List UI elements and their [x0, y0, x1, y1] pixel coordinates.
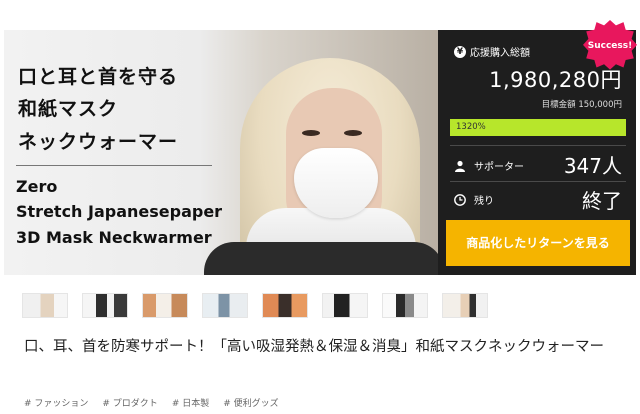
goal-amount: 目標金額 150,000円 [541, 100, 622, 110]
hero-figure-eye [344, 130, 362, 136]
progress-percent: 1320% [456, 122, 486, 132]
thumbnail[interactable] [322, 293, 368, 318]
tag-link[interactable]: # ファッション [24, 396, 88, 409]
tag-link[interactable]: # 便利グッズ [223, 396, 278, 409]
thumbnail[interactable] [382, 293, 428, 318]
yen-icon: ¥ [454, 45, 466, 58]
remaining-label-row: 残り [454, 192, 494, 207]
hero-image[interactable]: 口と耳と首を守る 和紙マスク ネックウォーマー Zero Stretch Jap… [4, 30, 438, 275]
top-bar [0, 0, 640, 18]
tag-link[interactable]: # 日本製 [172, 396, 209, 409]
divider [450, 181, 626, 182]
raised-label: 応援購入総額 [470, 48, 530, 59]
supporters-value: 347人 [563, 154, 622, 178]
thumbnail[interactable] [142, 293, 188, 318]
person-icon [455, 160, 465, 172]
hero-divider [16, 165, 212, 166]
raised-amount: 1,980,280円 [489, 68, 622, 92]
thumbnail[interactable] [22, 293, 68, 318]
thumbnail[interactable] [442, 293, 488, 318]
thumbnail[interactable] [262, 293, 308, 318]
progress-bar: 1320% [450, 119, 626, 136]
tag-list: # ファッション # プロダクト # 日本製 # 便利グッズ [24, 396, 279, 409]
clock-icon [454, 193, 466, 206]
thumbnail-strip [22, 293, 488, 318]
hero-title-line: 口と耳と首を守る [18, 66, 179, 88]
remaining-label: 残り [474, 196, 494, 207]
hero-en-line: Stretch Japanesepaper [16, 202, 223, 221]
thumbnail[interactable] [82, 293, 128, 318]
remaining-value: 終了 [582, 189, 622, 213]
supporters-label: サポーター [474, 162, 524, 173]
project-title: 口、耳、首を防寒サポート！「高い吸湿発熱＆保湿＆消臭」和紙マスクネックウォーマー [24, 339, 604, 355]
raised-label-row: ¥ 応援購入総額 [454, 44, 530, 59]
supporters-label-row: サポーター [454, 158, 524, 173]
hero-title-line: ネックウォーマー [18, 131, 179, 153]
hero-en-line: Zero [16, 177, 58, 196]
tag-link[interactable]: # プロダクト [102, 396, 157, 409]
hero-title-line: 和紙マスク [18, 98, 119, 120]
hero-jacket [204, 242, 438, 275]
view-returns-button[interactable]: 商品化したリターンを見る [446, 220, 630, 266]
hero-en-line: 3D Mask Neckwarmer [16, 228, 212, 247]
divider [450, 145, 626, 146]
hero-figure-eye [302, 130, 320, 136]
funding-panel: ¥ 応援購入総額 1,980,280円 目標金額 150,000円 1320% … [438, 30, 636, 275]
thumbnail[interactable] [202, 293, 248, 318]
